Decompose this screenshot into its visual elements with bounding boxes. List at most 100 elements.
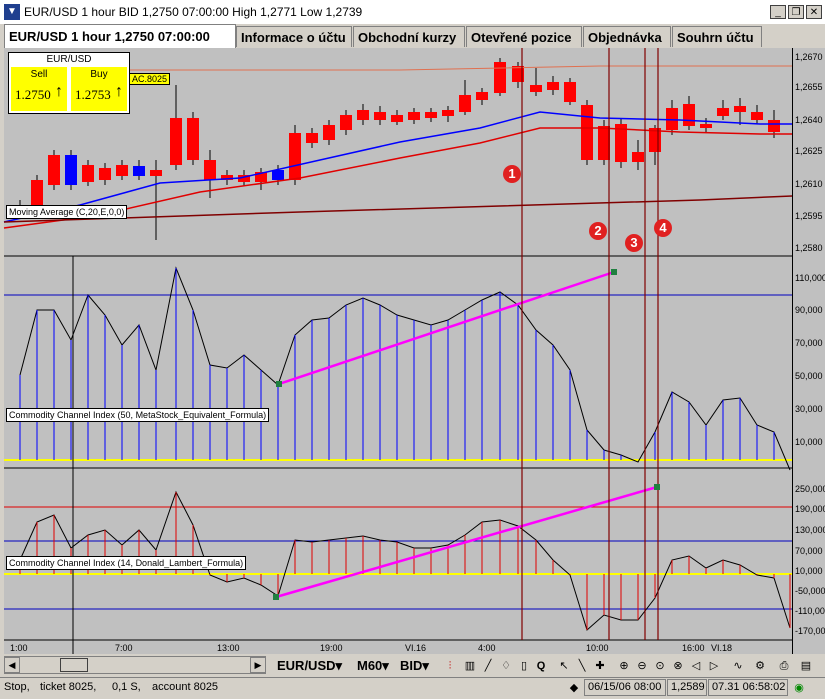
time-tick: 10:00 (586, 643, 609, 653)
candle-body (323, 125, 335, 140)
candle-body (272, 170, 284, 180)
cci2-tick: 250,000 (795, 484, 825, 494)
price-tick: 1,2595 (795, 211, 823, 221)
price-tick: 1,2640 (795, 115, 823, 125)
scroll-back-icon[interactable]: ◁ (688, 658, 704, 674)
cci2-tick: 130,000 (795, 525, 825, 535)
chart-style-icon[interactable]: ♢ (498, 658, 514, 674)
candle-body (340, 115, 352, 130)
trend-anchor (611, 269, 617, 275)
buy-label: Buy (90, 69, 108, 80)
chevron-down-icon: ▾ (335, 658, 343, 673)
time-tick: VI.16 (405, 643, 427, 653)
marker-3: 3 (625, 234, 643, 252)
server-time: 07.31 06:58:02 (708, 679, 788, 696)
candle-body (306, 133, 318, 143)
candle-body (547, 82, 559, 90)
candle-type-icon[interactable]: ⫶ (442, 658, 458, 674)
quote-pair: EUR/USD (46, 54, 92, 65)
scroll-thumb[interactable] (60, 658, 88, 672)
cci2-divergence-line (275, 485, 658, 599)
ma-label: Moving Average (C,20,E,0,0) (6, 205, 128, 219)
properties-icon[interactable]: ▤ (798, 658, 814, 674)
scroll-forward-icon[interactable]: ▷ (706, 658, 722, 674)
settings-icon[interactable]: ⚙ (752, 658, 768, 674)
chevron-down-icon: ▾ (422, 658, 429, 673)
zoom-out-icon[interactable]: ⊖ (634, 658, 650, 674)
account-info: account 8025 (152, 681, 219, 693)
cci1-tick: 90,000 (795, 305, 823, 315)
draw-line-icon[interactable]: ╲ (574, 658, 590, 674)
price-level-line (130, 65, 792, 71)
cursor-icon[interactable]: ↖ (556, 658, 572, 674)
candle-body (408, 112, 420, 120)
candle-body (530, 85, 542, 92)
price-tick: 1,2610 (795, 179, 823, 189)
quote-widget[interactable]: EUR/USD Sell 1.2750 ↑ Buy 1.2753 ↑ (8, 52, 130, 114)
scroll-left-icon[interactable]: ◀ (4, 657, 20, 673)
candle-body (374, 112, 386, 120)
trend-anchor (276, 381, 282, 387)
quote-icon[interactable]: Q (533, 658, 549, 674)
sell-button[interactable]: Sell 1.2750 ↑ (11, 67, 67, 111)
period-dropdown[interactable]: M60▾ (357, 657, 389, 675)
candle-body (632, 152, 644, 162)
side-dropdown[interactable]: BID▾ (400, 657, 429, 675)
connection-icon: ◆ (569, 682, 579, 694)
price-tick: 1,2625 (795, 146, 823, 156)
bar-chart-icon[interactable]: ▥ (462, 658, 478, 674)
price-tick: 1,2655 (795, 82, 823, 92)
cci1-tick: 70,000 (795, 338, 823, 348)
cci1-label: Commodity Channel Index (50, MetaStock_E… (6, 408, 270, 422)
cci2-tick: 10,000 (795, 566, 823, 576)
period-value: M60 (357, 658, 383, 673)
candle-body (581, 105, 593, 160)
candle-body (768, 120, 780, 132)
print-icon[interactable]: ⎙ (776, 658, 792, 674)
cci1-tick: 50,000 (795, 371, 823, 381)
sell-up-arrow-icon: ↑ (55, 83, 63, 100)
candle-icon[interactable]: ▯ (516, 658, 532, 674)
line-chart-icon[interactable]: ╱ (480, 658, 496, 674)
trend-anchor (654, 484, 660, 490)
online-status-icon: ◉ (794, 682, 804, 694)
cci2-tick: 70,000 (795, 546, 823, 556)
time-tick: 7:00 (115, 643, 133, 653)
zoom-icon[interactable]: ⊗ (670, 658, 686, 674)
candle-body (133, 166, 145, 176)
time-tick: 4:00 (478, 643, 496, 653)
candle-body (82, 165, 94, 182)
cursor-time: 06/15/06 08:00 (584, 679, 666, 696)
buy-up-arrow-icon: ↑ (115, 83, 123, 100)
crosshair-icon[interactable]: ✚ (592, 658, 608, 674)
time-tick: VI.18 (711, 643, 733, 653)
indicator-icon[interactable]: ∿ (730, 658, 746, 674)
cci2-tick: -50,000 (795, 586, 825, 596)
candle-body (700, 124, 712, 128)
trend-anchor (273, 594, 279, 600)
candle-body (289, 133, 301, 180)
symbol-dropdown[interactable]: EUR/USD▾ (277, 657, 342, 675)
zoom-in-icon[interactable]: ⊕ (616, 658, 632, 674)
lots-info: 0,1 S, (112, 681, 141, 693)
cci1-tick: 110,000 (795, 273, 825, 283)
cci1-tick: 30,000 (795, 404, 823, 414)
account-tag: AC.8025 (129, 73, 171, 85)
marker-2: 2 (589, 222, 607, 240)
cci2-tick: -110,000 (795, 606, 825, 616)
horizontal-scrollbar[interactable] (4, 656, 266, 674)
sell-price: 1.2750 (15, 87, 51, 102)
candle-body (187, 118, 199, 160)
candle-body (170, 118, 182, 165)
candle-body (459, 95, 471, 112)
cci2-label: Commodity Channel Index (14, Donald_Lamb… (6, 556, 247, 570)
zoom-fit-icon[interactable]: ⊙ (652, 658, 668, 674)
candle-body (150, 170, 162, 176)
scroll-right-icon[interactable]: ▶ (250, 657, 266, 673)
candle-body (494, 62, 506, 93)
candle-body (425, 112, 437, 118)
buy-button[interactable]: Buy 1.2753 ↑ (71, 67, 127, 111)
candle-body (598, 126, 610, 160)
candle-body (442, 110, 454, 116)
candle-body (116, 165, 128, 176)
